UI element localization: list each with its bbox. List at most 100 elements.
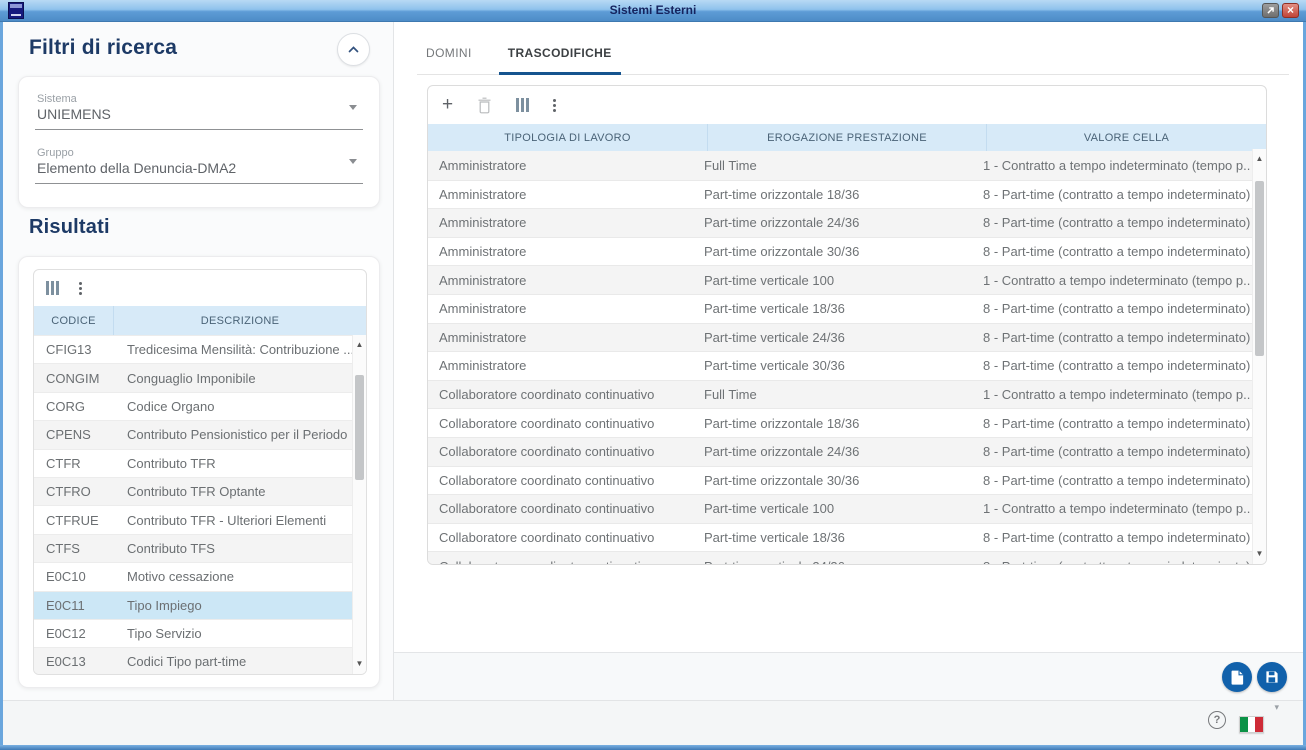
erogazione-cell: Part-time verticale 18/36: [704, 530, 845, 546]
trascodifiche-row[interactable]: Collaboratore coordinato continuativo Pa…: [428, 408, 1266, 437]
trascodifiche-row[interactable]: Collaboratore coordinato continuativo Pa…: [428, 465, 1266, 495]
descrizione-cell: Conguaglio Imponibile: [127, 370, 256, 386]
trascodifiche-row[interactable]: Amministratore Part-time orizzontale 24/…: [428, 208, 1266, 237]
erogazione-cell: Part-time verticale 24/36: [704, 329, 845, 345]
window-frame-bottom: [0, 745, 1306, 750]
scroll-up-icon[interactable]: ▲: [1253, 152, 1266, 166]
codice-cell: CFIG13: [46, 342, 92, 358]
language-caret-icon[interactable]: ▾: [1274, 702, 1279, 713]
results-table-header: CODICE DESCRIZIONE: [34, 306, 366, 335]
trascodifiche-row[interactable]: Amministratore Part-time orizzontale 18/…: [428, 179, 1266, 209]
results-row[interactable]: CORG Codice Organo: [34, 391, 366, 420]
valore-cell: 8 - Part-time (contratto a tempo indeter…: [983, 329, 1251, 345]
descrizione-cell: Tipo Servizio: [127, 626, 202, 642]
language-selector[interactable]: [1239, 716, 1264, 733]
gruppo-select[interactable]: Gruppo Elemento della Denuncia-DMA2: [35, 145, 363, 184]
results-card: CODICE DESCRIZIONE CFIG13 Tredicesima Me…: [18, 256, 380, 688]
results-row[interactable]: CONGIM Conguaglio Imponibile: [34, 363, 366, 392]
restore-window-button[interactable]: [1262, 3, 1279, 18]
search-filters-panel: Filtri di ricerca Sistema UNIEMENS Grupp…: [3, 22, 393, 700]
tab-trascodifiche[interactable]: TRASCODIFICHE: [498, 30, 621, 75]
valore-cell: 8 - Part-time (contratto a tempo indeter…: [983, 301, 1251, 317]
trascodifiche-row[interactable]: Amministratore Part-time verticale 100 1…: [428, 265, 1266, 294]
results-row[interactable]: E0C10 Motivo cessazione: [34, 562, 366, 590]
filters-title: Filtri di ricerca: [29, 36, 178, 59]
erogazione-cell: Part-time orizzontale 24/36: [704, 215, 860, 231]
results-row[interactable]: CFIG13 Tredicesima Mensilità: Contribuzi…: [34, 335, 366, 363]
codice-cell: CPENS: [46, 427, 91, 443]
results-table-body: CFIG13 Tredicesima Mensilità: Contribuzi…: [34, 335, 366, 674]
results-row[interactable]: CTFRO Contributo TFR Optante: [34, 476, 366, 506]
scroll-up-icon[interactable]: ▲: [353, 338, 366, 352]
new-document-button[interactable]: [1222, 662, 1252, 692]
results-row[interactable]: CTFR Contributo TFR: [34, 448, 366, 477]
valore-cell: 8 - Part-time (contratto a tempo indeter…: [983, 530, 1251, 546]
tipologia-cell: Amministratore: [439, 215, 527, 231]
codice-cell: CORG: [46, 398, 85, 414]
sistema-value: UNIEMENS: [37, 106, 111, 122]
trascodifiche-row[interactable]: Collaboratore coordinato continuativo Pa…: [428, 436, 1266, 466]
results-row[interactable]: CPENS Contributo Pensionistico per il Pe…: [34, 420, 366, 449]
trascodifiche-row[interactable]: Amministratore Full Time 1 - Contratto a…: [428, 151, 1266, 180]
trascodifiche-row[interactable]: Collaboratore coordinato continuativo Pa…: [428, 522, 1266, 552]
tipologia-cell: Collaboratore coordinato continuativo: [428, 559, 698, 564]
tipologia-cell: Collaboratore coordinato continuativo: [439, 530, 655, 546]
erogazione-cell: Part-time verticale 30/36: [704, 358, 845, 374]
more-options-button[interactable]: [79, 278, 82, 298]
columns-button[interactable]: [46, 278, 59, 298]
tipologia-cell: Collaboratore coordinato continuativo: [439, 415, 655, 431]
results-row[interactable]: E0C12 Tipo Servizio: [34, 618, 366, 647]
dropdown-arrow-icon: [349, 159, 357, 164]
results-row[interactable]: E0C11 Tipo Impiego: [34, 590, 366, 619]
results-row[interactable]: CTFRUE Contributo TFR - Ulteriori Elemen…: [34, 505, 366, 533]
scrollbar-thumb[interactable]: [355, 375, 364, 480]
descrizione-cell: Contributo TFR: [127, 455, 216, 471]
save-button[interactable]: [1257, 662, 1287, 692]
descrizione-cell: Contributo TFR - Ulteriori Elementi: [127, 512, 327, 528]
close-window-button[interactable]: ×: [1282, 3, 1299, 18]
add-row-button[interactable]: +: [442, 95, 453, 115]
results-row[interactable]: CTFS Contributo TFS: [34, 533, 366, 563]
trascodifiche-row[interactable]: Collaboratore coordinato continuativo Pa…: [428, 494, 1266, 523]
valore-cell: 8 - Part-time (contratto a tempo indeter…: [983, 186, 1251, 202]
trascodifiche-row[interactable]: Amministratore Part-time verticale 30/36…: [428, 351, 1266, 380]
trascodifiche-scrollbar[interactable]: ▲ ▼: [1252, 149, 1266, 564]
codice-column-header: CODICE: [34, 306, 114, 335]
tipologia-cell: Amministratore: [439, 272, 527, 288]
erogazione-cell: Full Time: [704, 387, 757, 403]
document-icon: [1231, 670, 1244, 685]
trascodifiche-row[interactable]: Collaboratore coordinato continuativo Fu…: [428, 379, 1266, 409]
status-footer: ? ▾: [3, 700, 1303, 745]
tab-domini[interactable]: DOMINI: [417, 30, 481, 75]
tipologia-cell: Amministratore: [439, 157, 527, 173]
results-row[interactable]: E0C13 Codici Tipo part-time: [34, 647, 366, 674]
results-title: Risultati: [29, 216, 110, 238]
scroll-down-icon[interactable]: ▼: [353, 657, 366, 671]
delete-row-button[interactable]: [477, 95, 492, 115]
descrizione-cell: Tipo Impiego: [127, 597, 202, 613]
trascodifiche-row[interactable]: Amministratore Part-time verticale 24/36…: [428, 322, 1266, 352]
trascodifiche-row[interactable]: Amministratore Part-time orizzontale 30/…: [428, 236, 1266, 266]
collapse-filters-button[interactable]: [337, 33, 370, 66]
erogazione-column-header: EROGAZIONE PRESTAZIONE: [708, 124, 987, 151]
scroll-down-icon[interactable]: ▼: [1253, 547, 1266, 561]
tipologia-cell: Collaboratore coordinato continuativo: [439, 444, 655, 460]
kebab-icon: [79, 281, 82, 295]
valore-cell: 1 - Contratto a tempo indeterminato (tem…: [983, 501, 1251, 517]
results-scrollbar[interactable]: ▲ ▼: [352, 335, 366, 674]
columns-button[interactable]: [516, 95, 530, 115]
tipologia-cell: Collaboratore coordinato continuativo: [439, 387, 655, 403]
scrollbar-thumb[interactable]: [1255, 181, 1264, 356]
descrizione-column-header: DESCRIZIONE: [200, 314, 280, 327]
trascodifiche-row[interactable]: Amministratore Part-time verticale 18/36…: [428, 293, 1266, 323]
valore-cell: 1 - Contratto a tempo indeterminato (tem…: [983, 387, 1251, 403]
trascodifiche-row[interactable]: Collaboratore coordinato continuativo Pa…: [428, 551, 1266, 564]
codice-cell: CTFS: [46, 540, 80, 556]
detail-panel: DOMINI TRASCODIFICHE + TIPOLOGIA DI LAVO…: [394, 22, 1303, 652]
more-options-button[interactable]: [553, 95, 557, 115]
help-button[interactable]: ?: [1208, 711, 1226, 729]
tipologia-cell: Amministratore: [439, 358, 527, 374]
trascodifiche-table: + TIPOLOGIA DI LAVORO EROGAZIONE PRESTAZ…: [427, 85, 1267, 565]
chevron-up-icon: [348, 46, 359, 53]
sistema-select[interactable]: Sistema UNIEMENS: [35, 91, 363, 130]
